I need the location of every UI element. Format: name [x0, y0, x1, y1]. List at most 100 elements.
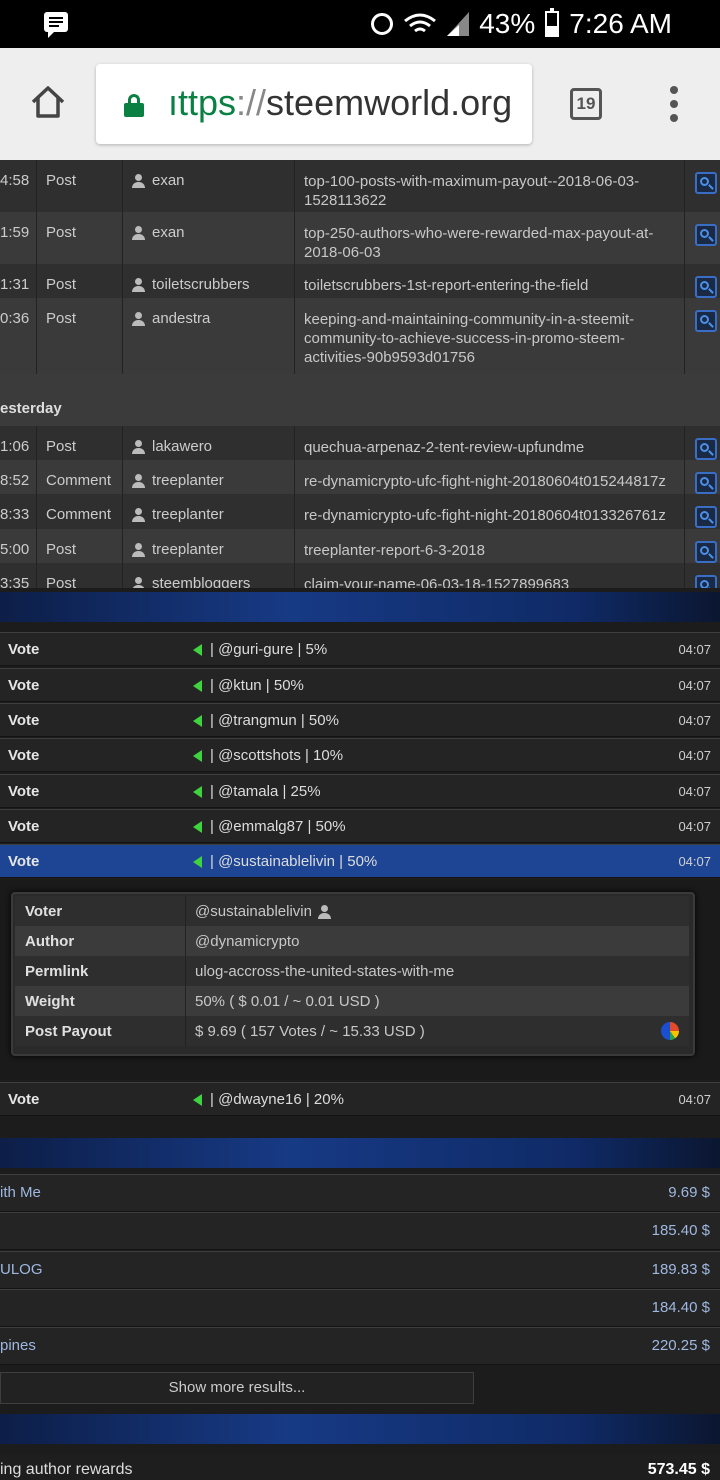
post-type: Post: [46, 172, 77, 189]
browser-toolbar: ıttps://steemworld.org 19: [0, 48, 720, 160]
vote-row[interactable]: Vote | @tamala | 25% 04:07: [0, 774, 720, 808]
detail-row-permlink: Permlink ulog-accross-the-united-states-…: [15, 956, 689, 986]
vote-arrow-icon: [193, 680, 202, 692]
post-author[interactable]: treeplanter: [152, 472, 224, 489]
search-icon[interactable]: [695, 541, 717, 563]
overflow-menu-icon[interactable]: [668, 86, 680, 122]
day-header-label: esterday: [0, 400, 62, 417]
show-more-button[interactable]: Show more results...: [0, 1372, 474, 1404]
vote-kind: Vote: [8, 747, 40, 764]
post-time: 0:36: [0, 310, 30, 327]
post-permlink[interactable]: toiletscrubbers-1st-report-entering-the-…: [304, 276, 676, 295]
payout-row[interactable]: 184.40 $: [0, 1289, 720, 1327]
vote-row[interactable]: Vote | @ktun | 50% 04:07: [0, 668, 720, 702]
search-icon[interactable]: [695, 506, 717, 528]
table-row: 4:58 Post exan top-100-posts-with-maximu…: [0, 160, 720, 212]
posts-table: 4:58 Post exan top-100-posts-with-maximu…: [0, 160, 720, 588]
vote-detail: | @trangmun | 50%: [210, 712, 339, 729]
search-icon[interactable]: [695, 310, 717, 332]
vote-row-selected[interactable]: Vote | @sustainablelivin | 50% 04:07: [0, 844, 720, 878]
post-author[interactable]: exan: [152, 224, 185, 241]
battery-icon: [545, 8, 560, 37]
post-time: 5:00: [0, 541, 30, 558]
vote-detail: | @ktun | 50%: [210, 677, 304, 694]
battery-percent: 43%: [479, 8, 536, 39]
user-icon: [131, 577, 145, 588]
post-author[interactable]: steembloggers: [152, 575, 250, 588]
post-author[interactable]: exan: [152, 172, 185, 189]
vote-detail: | @emmalg87 | 50%: [210, 818, 346, 835]
vote-detail-table: Voter @sustainablelivin Author @dynamicr…: [11, 892, 695, 1056]
table-row: 0:36 Post andestra keeping-and-maintaini…: [0, 298, 720, 374]
vote-row[interactable]: Vote | @dwayne16 | 20% 04:07: [0, 1082, 720, 1116]
vote-kind: Vote: [8, 818, 40, 835]
vote-time: 04:07: [678, 1092, 711, 1107]
user-icon: [131, 508, 145, 522]
vote-row[interactable]: Vote | @scottshots | 10% 04:07: [0, 738, 720, 772]
post-type: Comment: [46, 472, 112, 489]
detail-label: Author: [25, 933, 75, 950]
vote-arrow-icon: [193, 821, 202, 833]
post-author[interactable]: toiletscrubbers: [152, 276, 250, 293]
message-notification-icon: [44, 12, 68, 38]
vote-time: 04:07: [678, 678, 711, 693]
search-icon[interactable]: [695, 575, 717, 588]
search-icon[interactable]: [695, 224, 717, 246]
post-permlink[interactable]: top-250-authors-who-were-rewarded-max-pa…: [304, 224, 676, 262]
post-permlink[interactable]: re-dynamicrypto-ufc-fight-night-20180604…: [304, 472, 676, 491]
user-icon: [131, 312, 145, 326]
vote-row[interactable]: Vote | @guri-gure | 5% 04:07: [0, 632, 720, 666]
post-author[interactable]: lakawero: [152, 438, 212, 455]
payout-row[interactable]: ULOG 189.83 $: [0, 1251, 720, 1289]
payout-title: pines: [0, 1337, 36, 1354]
post-permlink[interactable]: re-dynamicrypto-ufc-fight-night-20180604…: [304, 506, 676, 525]
table-row: 5:00 Post treeplanter treeplanter-report…: [0, 529, 720, 563]
vote-arrow-icon: [193, 1094, 202, 1106]
search-icon[interactable]: [695, 472, 717, 494]
voter-link[interactable]: @sustainablelivin: [195, 903, 312, 920]
vote-arrow-icon: [193, 750, 202, 762]
post-permlink[interactable]: claim-your-name-06-03-18-1527899683: [304, 575, 676, 588]
pie-chart-icon[interactable]: [661, 1022, 679, 1040]
post-permlink[interactable]: top-100-posts-with-maximum-payout--2018-…: [304, 172, 676, 210]
permlink-link[interactable]: ulog-accross-the-united-states-with-me: [195, 963, 454, 980]
post-author[interactable]: treeplanter: [152, 541, 224, 558]
table-row: 1:06 Post lakawero quechua-arpenaz-2-ten…: [0, 426, 720, 460]
author-rewards-label: ing author rewards: [0, 1461, 133, 1478]
post-author[interactable]: treeplanter: [152, 506, 224, 523]
payout-row[interactable]: ith Me 9.69 $: [0, 1174, 720, 1212]
author-rewards-value: 573.45 $: [647, 1461, 710, 1478]
vote-kind: Vote: [8, 783, 40, 800]
payout-row[interactable]: pines 220.25 $: [0, 1327, 720, 1365]
payout-row[interactable]: 185.40 $: [0, 1212, 720, 1250]
vote-detail: | @dwayne16 | 20%: [210, 1091, 344, 1108]
alarm-icon: [371, 13, 394, 35]
vote-detail: | @guri-gure | 5%: [210, 641, 328, 658]
vote-detail: | @sustainablelivin | 50%: [210, 853, 378, 870]
author-link[interactable]: @dynamicrypto: [195, 933, 299, 950]
vote-kind: Vote: [8, 712, 40, 729]
detail-label: Weight: [25, 993, 75, 1010]
author-rewards-row: ing author rewards 573.45 $: [0, 1454, 720, 1480]
user-icon: [131, 543, 145, 557]
post-permlink[interactable]: treeplanter-report-6-3-2018: [304, 541, 676, 560]
post-permlink[interactable]: keeping-and-maintaining-community-in-a-s…: [304, 310, 676, 367]
vote-row[interactable]: Vote | @trangmun | 50% 04:07: [0, 703, 720, 737]
post-author[interactable]: andestra: [152, 310, 210, 327]
post-time: 4:58: [0, 172, 30, 189]
home-icon[interactable]: [30, 84, 66, 120]
search-icon[interactable]: [695, 438, 717, 460]
payout-value: 189.83 $: [651, 1261, 710, 1278]
user-icon[interactable]: [317, 905, 331, 919]
search-icon[interactable]: [695, 172, 717, 194]
search-icon[interactable]: [695, 276, 717, 298]
section-header-bar: [0, 1138, 720, 1168]
post-time: 3:35: [0, 575, 30, 588]
vote-row[interactable]: Vote | @emmalg87 | 50% 04:07: [0, 809, 720, 843]
detail-row-weight: Weight 50% ( $ 0.01 / ~ 0.01 USD ): [15, 986, 689, 1016]
url-text[interactable]: ıttps://steemworld.org: [168, 82, 512, 124]
post-type: Comment: [46, 506, 112, 523]
post-permlink[interactable]: quechua-arpenaz-2-tent-review-upfundme: [304, 438, 676, 457]
address-bar[interactable]: ıttps://steemworld.org: [96, 64, 532, 144]
tab-switcher-button[interactable]: 19: [570, 88, 602, 120]
